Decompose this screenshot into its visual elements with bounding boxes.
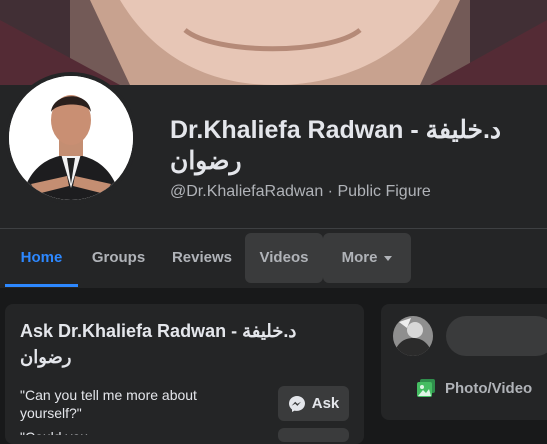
subtitle-separator: ·	[323, 183, 338, 200]
composer-input[interactable]	[446, 316, 547, 356]
messenger-icon	[288, 395, 305, 412]
ask-card-title: Ask Dr.Khaliefa Radwan - د.خليفة رضوان	[20, 321, 297, 367]
photo-video-icon	[417, 379, 435, 397]
header-divider	[0, 228, 547, 229]
photo-video-label: Photo/Video	[445, 379, 533, 397]
tab-groups[interactable]: Groups	[80, 233, 157, 283]
profile-avatar[interactable]	[5, 72, 137, 204]
composer-avatar-image	[393, 316, 433, 356]
composer-avatar[interactable]	[393, 316, 433, 356]
ask-button-label: Ask	[311, 395, 340, 412]
ask-button-2[interactable]	[278, 428, 349, 442]
profile-photo	[9, 76, 133, 200]
page-username: @Dr.KhaliefaRadwan	[170, 183, 324, 200]
caret-down-icon	[384, 255, 393, 261]
suggested-question: "Can you tell me more about yourself?"	[20, 387, 197, 421]
page-category: Public Figure	[337, 183, 431, 200]
tab-more-label: More	[341, 249, 378, 266]
page-title: Dr.Khaliefa Radwan - د.خليفة رضوان	[170, 116, 502, 175]
page-subtitle: @Dr.KhaliefaRadwan · Public Figure	[170, 183, 431, 201]
active-tab-indicator	[5, 284, 78, 287]
photo-video-button[interactable]: Photo/Video	[415, 376, 532, 400]
suggested-question-2: "Could you...	[20, 428, 260, 435]
ask-button[interactable]: Ask	[278, 386, 349, 421]
tab-more[interactable]: More	[323, 233, 411, 283]
tab-videos[interactable]: Videos	[245, 233, 323, 283]
tab-home[interactable]: Home	[5, 233, 78, 283]
tab-reviews[interactable]: Reviews	[163, 233, 241, 283]
